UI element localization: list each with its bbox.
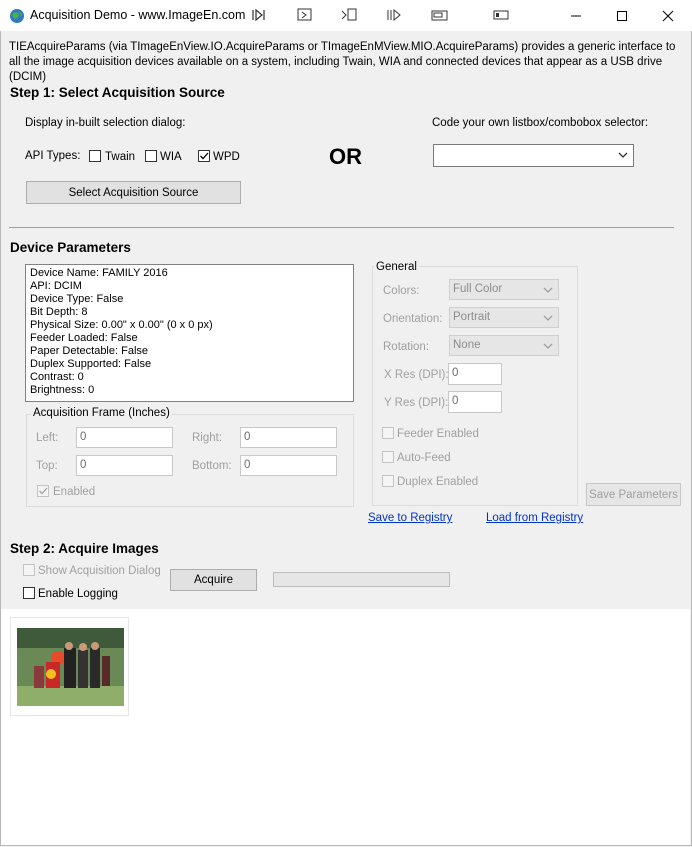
xres-label: X Res (DPI):	[384, 369, 449, 381]
info-device-name: Device Name: FAMILY 2016	[30, 267, 168, 279]
wia-checkbox[interactable]	[145, 150, 157, 162]
checkmark-icon	[200, 152, 209, 160]
save-parameters-button[interactable]: Save Parameters	[586, 483, 681, 506]
device-info-box[interactable]: Device Name: FAMILY 2016 API: DCIM Devic…	[25, 264, 354, 402]
enable-logging-label: Enable Logging	[38, 588, 118, 600]
or-text: OR	[329, 144, 362, 169]
thumbnail-image	[16, 626, 124, 708]
show-dialog-checkbox[interactable]	[23, 564, 35, 576]
first-page-icon[interactable]	[251, 8, 269, 22]
thumbnail-item[interactable]	[10, 617, 129, 716]
left-input[interactable]: 0	[76, 427, 173, 448]
info-duplex-supported: Duplex Supported: False	[30, 358, 152, 370]
step1-heading: Step 1: Select Acquisition Source	[10, 85, 225, 100]
right-input[interactable]: 0	[240, 427, 337, 448]
general-group	[372, 266, 578, 506]
layout-icon[interactable]	[296, 8, 314, 22]
feeder-enabled-label: Feeder Enabled	[397, 428, 479, 440]
auto-feed-checkbox[interactable]	[382, 451, 394, 463]
minimize-icon	[571, 15, 581, 16]
progress-bar	[273, 572, 450, 587]
right-label: Right:	[192, 432, 223, 444]
info-paper-detectable: Paper Detectable: False	[30, 345, 149, 357]
pages-icon[interactable]	[386, 8, 404, 22]
colors-value: Full Color	[453, 283, 503, 295]
info-device-type: Device Type: False	[30, 293, 124, 305]
colors-label: Colors:	[383, 285, 420, 297]
api-types-label: API Types:	[25, 150, 81, 162]
app-globe-icon	[10, 9, 24, 23]
minimize-button[interactable]	[553, 0, 599, 31]
scanner-icon[interactable]	[431, 8, 449, 22]
top-input[interactable]: 0	[76, 455, 173, 476]
window-title: Acquisition Demo - www.ImageEn.com	[30, 8, 246, 22]
twain-checkbox[interactable]	[89, 150, 101, 162]
rotation-combobox[interactable]: None	[449, 335, 559, 356]
info-brightness: Brightness: 0	[30, 384, 95, 396]
duplex-enabled-label: Duplex Enabled	[397, 476, 479, 488]
checkmark-icon	[39, 487, 48, 495]
frame-enabled-checkbox[interactable]	[37, 485, 49, 497]
chevron-down-icon	[543, 287, 553, 293]
save-registry-link[interactable]: Save to Registry	[368, 512, 452, 524]
close-icon	[662, 10, 674, 21]
custom-selector-label: Code your own listbox/combobox selector:	[432, 117, 649, 129]
info-physical-size: Physical Size: 0.00" x 0.00" (0 x 0 px)	[30, 319, 213, 331]
acquire-button[interactable]: Acquire	[170, 569, 257, 591]
yres-label: Y Res (DPI):	[384, 397, 449, 409]
maximize-icon	[617, 10, 627, 21]
close-button[interactable]	[645, 0, 691, 31]
builtin-dialog-label: Display in-built selection dialog:	[25, 117, 186, 129]
wpd-label: WPD	[213, 151, 240, 163]
acquisition-frame-legend: Acquisition Frame (Inches)	[31, 407, 172, 419]
step2-heading: Step 2: Acquire Images	[10, 541, 159, 556]
yres-input[interactable]: 0	[448, 391, 502, 413]
auto-feed-label: Auto-Feed	[397, 452, 451, 464]
intro-text: TIEAcquireParams (via TImageEnView.IO.Ac…	[9, 41, 676, 83]
frame-enabled-label: Enabled	[53, 486, 96, 498]
rotation-label: Rotation:	[383, 341, 430, 353]
chevron-down-icon	[543, 315, 553, 321]
device-params-heading: Device Parameters	[10, 240, 131, 255]
left-label: Left:	[36, 432, 59, 444]
colors-combobox[interactable]: Full Color	[449, 279, 559, 300]
xres-input[interactable]: 0	[448, 363, 502, 385]
bottom-input[interactable]: 0	[240, 455, 337, 476]
select-source-button-label: Select Acquisition Source	[26, 181, 241, 204]
info-bit-depth: Bit Depth: 8	[30, 306, 88, 318]
top-label: Top:	[36, 460, 58, 472]
chevron-down-icon	[618, 152, 628, 158]
orientation-label: Orientation:	[383, 313, 443, 325]
orientation-value: Portrait	[453, 311, 491, 323]
wia-label: WIA	[160, 151, 182, 163]
info-feeder-loaded: Feeder Loaded: False	[30, 332, 138, 344]
divider	[9, 227, 674, 228]
source-combobox[interactable]	[433, 144, 634, 167]
select-source-button[interactable]: Select Acquisition Source	[26, 181, 241, 204]
rotation-value: None	[453, 339, 481, 351]
chevron-down-icon	[543, 343, 553, 349]
wpd-checkbox[interactable]	[198, 150, 210, 162]
general-legend: General	[374, 261, 419, 273]
orientation-combobox[interactable]: Portrait	[449, 307, 559, 328]
bottom-label: Bottom:	[192, 460, 232, 472]
show-dialog-label: Show Acquisition Dialog	[38, 565, 161, 577]
load-registry-link[interactable]: Load from Registry	[486, 512, 583, 524]
duplex-enabled-checkbox[interactable]	[382, 475, 394, 487]
enable-logging-checkbox[interactable]	[23, 587, 35, 599]
info-api: API: DCIM	[30, 280, 82, 292]
device-icon[interactable]	[492, 8, 510, 22]
next-page-icon[interactable]	[340, 8, 358, 22]
maximize-button[interactable]	[599, 0, 645, 31]
feeder-enabled-checkbox[interactable]	[382, 427, 394, 439]
twain-label: Twain	[105, 151, 136, 163]
info-contrast: Contrast: 0	[30, 371, 84, 383]
